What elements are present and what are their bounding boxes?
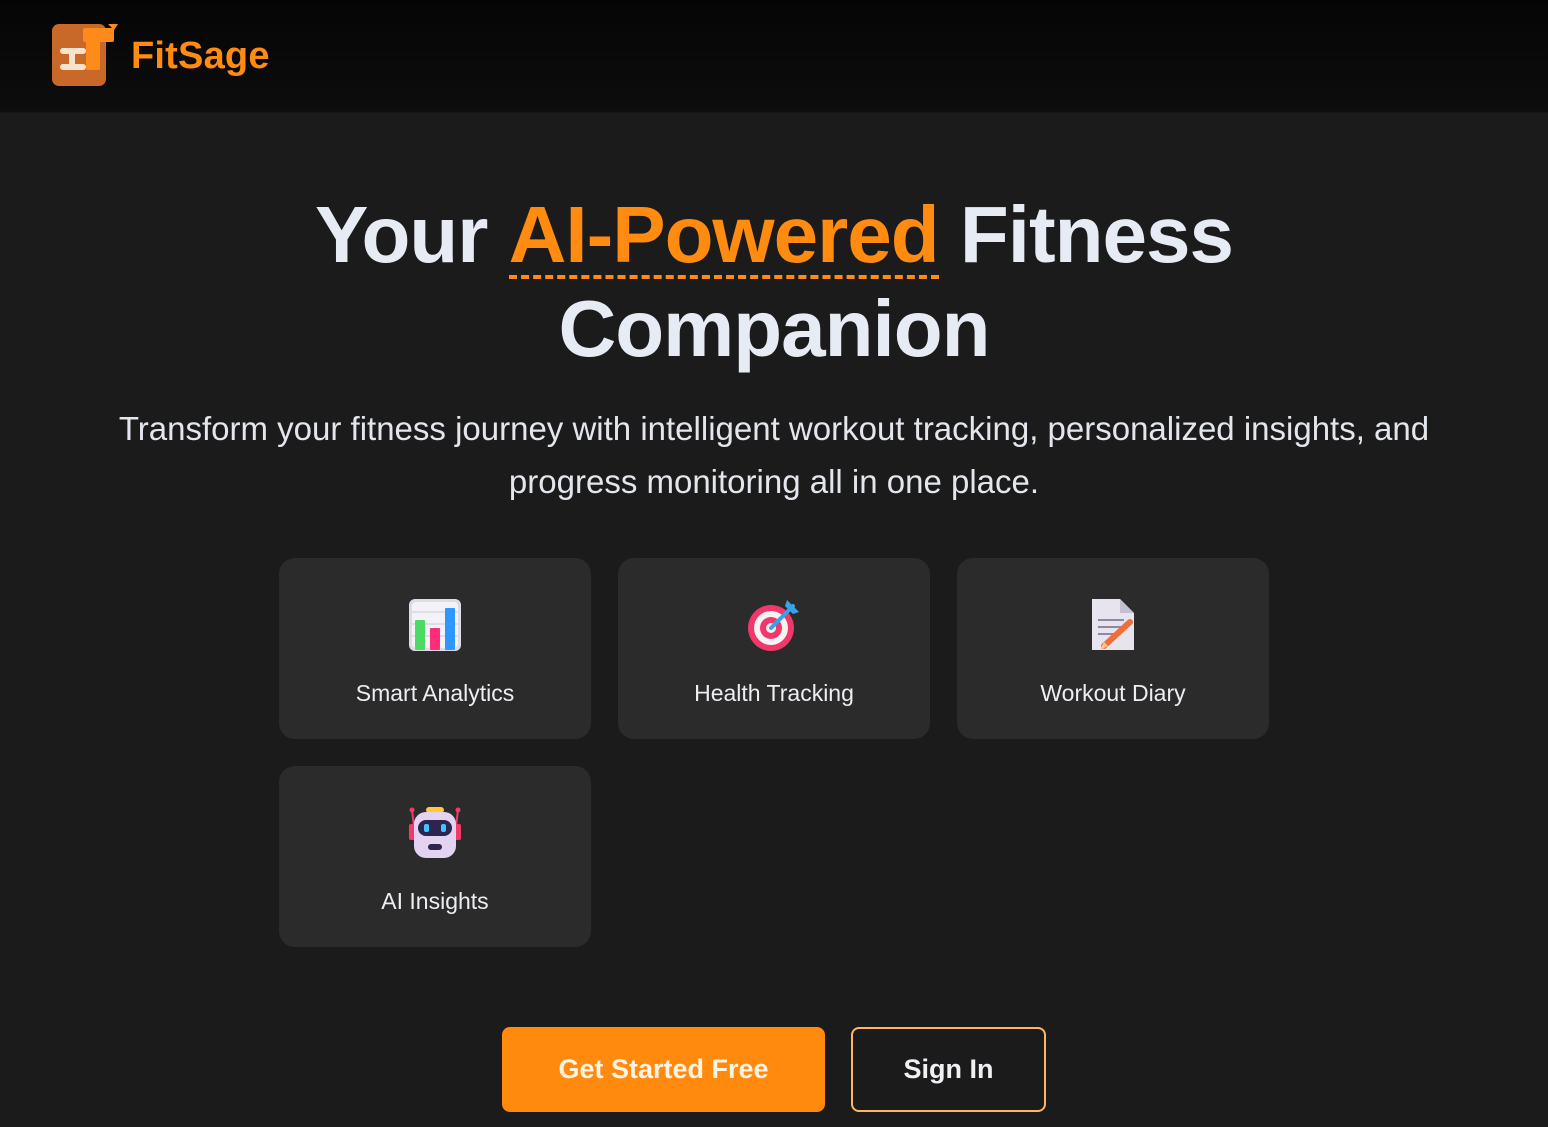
brand-name: FitSage bbox=[131, 34, 270, 77]
target-icon bbox=[748, 600, 799, 651]
hero-title-end: Fitness bbox=[959, 190, 1234, 279]
feature-card-smart-analytics[interactable]: Smart Analytics bbox=[279, 558, 591, 739]
dumbbell-logo-icon bbox=[52, 24, 118, 86]
hero-title-accent: AI-Powered bbox=[508, 190, 940, 279]
hero-subtitle: Transform your fitness journey with inte… bbox=[118, 410, 1430, 500]
robot-icon bbox=[409, 807, 461, 858]
memo-icon bbox=[1092, 599, 1134, 650]
hero-title-line2: Companion bbox=[558, 284, 991, 373]
feature-card-health-tracking[interactable]: Health Tracking bbox=[618, 558, 930, 739]
feature-label: Health Tracking bbox=[694, 680, 854, 706]
feature-label: Smart Analytics bbox=[355, 680, 515, 706]
hero-title-start: Your bbox=[315, 190, 488, 279]
feature-card-ai-insights[interactable]: AI Insights bbox=[279, 766, 591, 947]
bar-chart-icon bbox=[409, 599, 461, 651]
feature-label: AI Insights bbox=[381, 888, 489, 914]
feature-label: Workout Diary bbox=[1040, 680, 1186, 706]
hero-title: Your AI-Powered Fitness Companion bbox=[0, 188, 1548, 376]
top-navbar: FitSage bbox=[0, 0, 1548, 113]
brand[interactable]: FitSage bbox=[52, 24, 270, 88]
get-started-button[interactable]: Get Started Free bbox=[502, 1027, 825, 1112]
sign-in-button[interactable]: Sign In bbox=[851, 1027, 1046, 1112]
feature-card-workout-diary[interactable]: Workout Diary bbox=[957, 558, 1269, 739]
